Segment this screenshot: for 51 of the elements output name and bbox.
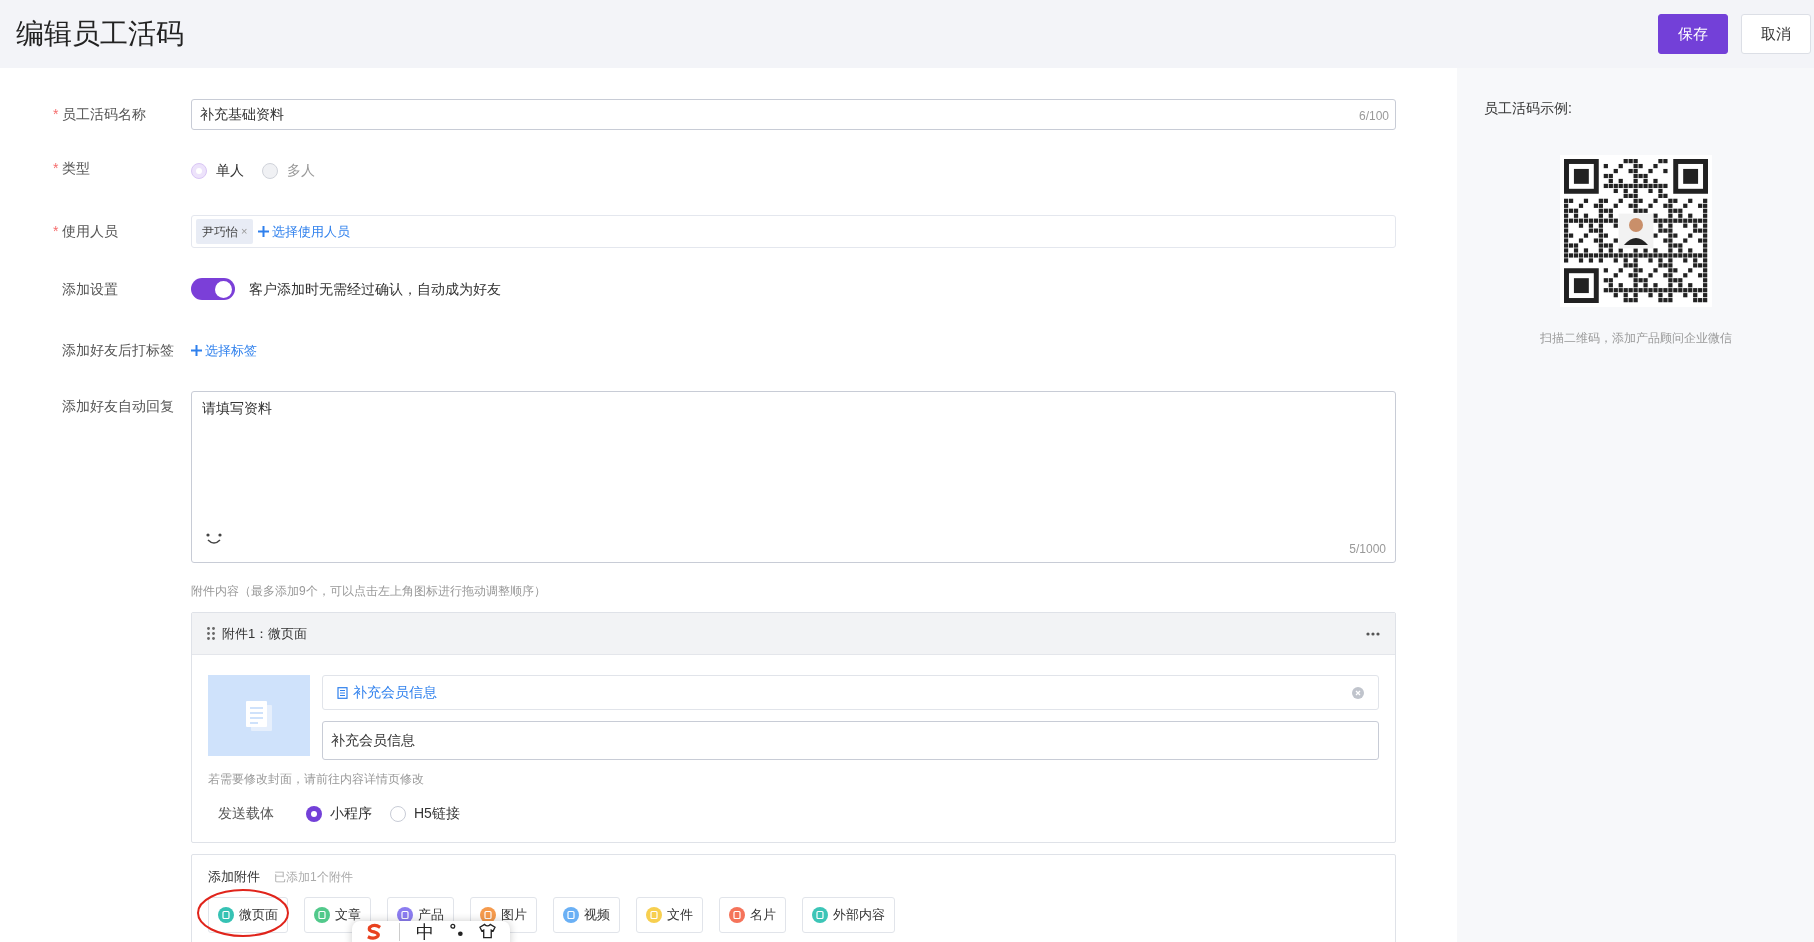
add-attachment-title: 添加附件: [208, 868, 260, 886]
field-label: 员工活码名称: [62, 105, 146, 124]
attachment-type-button[interactable]: 文章: [304, 896, 371, 933]
select-tags-link[interactable]: 选择标签: [191, 340, 257, 361]
field-label: 添加好友自动回复: [62, 397, 174, 416]
required-mark: *: [53, 105, 59, 124]
attachment-type-button[interactable]: 外部内容: [802, 896, 895, 933]
emoji-icon: [205, 533, 223, 545]
document-icon: [337, 686, 348, 699]
drag-handle-icon[interactable]: [207, 627, 215, 640]
plus-icon: [258, 226, 270, 237]
qr-caption: 扫描二维码，添加产品顾问企业微信: [1538, 330, 1733, 347]
plus-icon: [191, 345, 202, 356]
s-logo-icon: [366, 923, 383, 941]
attachment-hint: 附件内容（最多添加9个，可以点击左上角图标进行拖动调整顺序）: [191, 583, 547, 600]
users-field[interactable]: 尹巧怡 × 选择使用人员: [191, 215, 1396, 248]
field-label: 使用人员: [62, 222, 118, 241]
example-title: 员工活码示例:: [1484, 99, 1573, 118]
attachment-type-button[interactable]: 微页面: [208, 896, 288, 933]
user-tag: 尹巧怡 ×: [196, 219, 254, 244]
required-mark: *: [53, 222, 59, 241]
title-input[interactable]: 补充会员信息: [322, 721, 1379, 760]
radio-button[interactable]: [390, 805, 406, 822]
carrier-label: 发送载体: [218, 804, 275, 823]
toggle-switch[interactable]: [191, 278, 235, 300]
document-icon: [245, 699, 273, 732]
save-button[interactable]: 保存: [1658, 14, 1728, 54]
dots-icon[interactable]: [449, 923, 464, 937]
linked-content-title: 补充会员信息: [353, 683, 438, 702]
attachment-type-button[interactable]: 名片: [719, 896, 786, 933]
setting-description: 客户添加时无需经过确认，自动成为好友: [249, 279, 501, 299]
attachment-title: 附件1：微页面: [222, 624, 309, 643]
shirt-icon[interactable]: [479, 923, 496, 939]
select-users-link[interactable]: 选择使用人员: [258, 221, 351, 242]
char-counter: 6/100: [1358, 108, 1389, 125]
required-mark: *: [53, 159, 59, 178]
page-title: 编辑员工活码: [16, 17, 185, 51]
attachment-count: 已添加1个附件: [274, 868, 353, 886]
field-label: 类型: [62, 159, 90, 178]
radio-option[interactable]: H5链接: [390, 803, 460, 824]
field-label: 添加设置: [62, 279, 118, 299]
cover-note: 若需要修改封面，请前往内容详情页修改: [208, 771, 425, 788]
more-icon[interactable]: [1366, 631, 1380, 636]
char-counter: 5/1000: [1349, 541, 1386, 558]
radio-button[interactable]: [306, 805, 322, 822]
linked-content-field[interactable]: 补充会员信息: [322, 675, 1379, 710]
attachment-type-button[interactable]: 视频: [553, 896, 620, 933]
field-label: 添加好友后打标签: [62, 341, 174, 360]
radio-option[interactable]: 小程序: [306, 803, 372, 824]
cancel-button[interactable]: 取消: [1741, 14, 1811, 54]
attachment-type-button[interactable]: 文件: [636, 896, 703, 933]
